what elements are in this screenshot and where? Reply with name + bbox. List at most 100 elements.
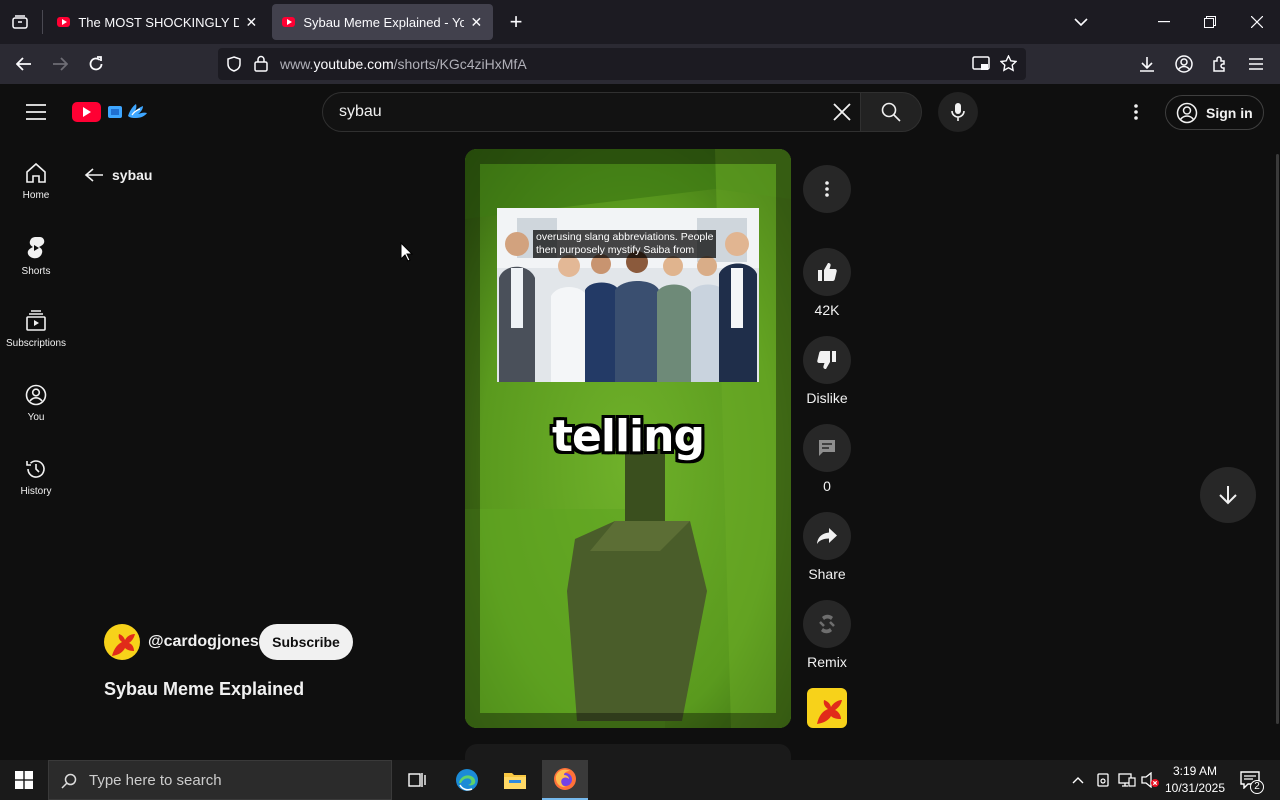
dislike-button[interactable] — [803, 336, 851, 384]
restore-button[interactable] — [1187, 0, 1233, 44]
guide-item-you[interactable]: You — [0, 370, 72, 444]
hamburger-icon — [1249, 58, 1263, 70]
search-button[interactable] — [860, 92, 922, 132]
device-icon — [1097, 773, 1109, 787]
extensions-button[interactable] — [1204, 48, 1236, 80]
like-button[interactable] — [803, 248, 851, 296]
tab-close-icon[interactable]: ✕ — [470, 14, 483, 31]
close-window-button[interactable] — [1234, 0, 1280, 44]
cursor-pointer-icon — [400, 241, 414, 267]
firefox-icon — [554, 768, 576, 790]
edge-browser-icon — [456, 769, 478, 791]
thumbs-up-icon — [818, 263, 837, 281]
app-menu-button[interactable] — [1240, 48, 1272, 80]
folder-icon — [504, 773, 526, 789]
comment-icon — [819, 440, 835, 456]
subscribe-button[interactable]: Subscribe — [259, 624, 353, 660]
remix-button[interactable] — [803, 600, 851, 648]
tab-separator — [42, 10, 43, 34]
guide-item-home[interactable]: Home — [0, 148, 72, 222]
lock-icon[interactable] — [254, 55, 268, 72]
account-button[interactable] — [1168, 48, 1200, 80]
channel-avatar[interactable] — [104, 624, 140, 660]
network-tray-icon[interactable] — [1117, 770, 1137, 790]
inset-photo: overusing slang abbreviations. People th… — [497, 208, 759, 382]
next-short-button[interactable] — [1200, 467, 1256, 523]
history-icon — [26, 460, 45, 478]
url-text[interactable]: www.youtube.com/shorts/KGc4ziHxMfA — [280, 56, 527, 72]
notification-count-badge: 2 — [1250, 780, 1264, 794]
arrow-down-icon — [1219, 486, 1237, 505]
task-view-button[interactable] — [396, 760, 436, 800]
reload-button[interactable] — [80, 48, 112, 80]
microphone-icon — [951, 103, 965, 121]
more-actions-button[interactable] — [803, 165, 851, 213]
account-circle-icon — [1176, 102, 1198, 123]
settings-menu-button[interactable] — [1120, 96, 1152, 128]
search-icon — [881, 102, 901, 122]
network-icon — [1118, 773, 1136, 787]
browser-tab-active[interactable]: Sybau Meme Explained - YouTu ✕ — [272, 4, 493, 40]
search-box[interactable] — [322, 92, 862, 132]
back-arrow-icon — [16, 57, 31, 71]
volume-tray-icon[interactable] — [1140, 770, 1160, 790]
guide-item-shorts[interactable]: Shorts — [0, 222, 72, 296]
tab-close-icon[interactable]: ✕ — [245, 14, 258, 31]
video-overlay-text: telling — [552, 411, 705, 462]
youtube-logo[interactable] — [72, 100, 160, 124]
video-title[interactable]: Sybau Meme Explained — [104, 679, 304, 700]
page-scrollbar[interactable] — [1276, 154, 1279, 724]
sign-in-button[interactable]: Sign in — [1165, 95, 1264, 130]
taskbar-search-box[interactable]: Type here to search — [48, 760, 392, 800]
comments-button[interactable] — [803, 424, 851, 472]
tab-list-button[interactable] — [6, 8, 34, 36]
volume-muted-icon — [1141, 772, 1159, 788]
bookmark-star-icon[interactable] — [1000, 55, 1017, 72]
browser-tab-strip: The MOST SHOCKINGLY Dirty C ✕ Sybau Meme… — [0, 0, 1280, 44]
shorts-video-player[interactable]: overusing slang abbreviations. People th… — [465, 149, 791, 728]
tracking-shield-icon[interactable] — [226, 56, 242, 72]
downloads-button[interactable] — [1131, 48, 1163, 80]
edge-taskbar-button[interactable] — [446, 760, 488, 800]
guide-menu-button[interactable] — [16, 92, 56, 132]
back-to-search-button[interactable]: sybau — [84, 164, 152, 186]
youtube-logo-icon — [72, 102, 147, 122]
shorts-icon — [27, 237, 45, 259]
puzzle-icon — [1213, 56, 1225, 72]
search-input[interactable] — [339, 93, 819, 131]
next-short-preview[interactable] — [465, 744, 791, 760]
menu-icon — [26, 104, 46, 120]
sound-thumbnail-icon — [817, 700, 842, 724]
download-icon — [1140, 57, 1154, 72]
windows-taskbar: Type here to search 3:19 AM 10/31/2025 2 — [0, 760, 1280, 800]
more-vert-icon — [825, 181, 829, 197]
forward-button[interactable] — [44, 48, 76, 80]
account-icon — [1175, 55, 1193, 73]
list-all-tabs-button[interactable] — [1058, 0, 1104, 44]
channel-handle[interactable]: @cardogjones — [148, 633, 259, 651]
file-explorer-taskbar-button[interactable] — [494, 760, 536, 800]
show-hidden-icons-button[interactable] — [1068, 770, 1088, 790]
tray-app-icon[interactable] — [1094, 770, 1112, 790]
task-view-icon — [408, 773, 426, 787]
firefox-taskbar-button[interactable] — [542, 760, 588, 800]
guide-label: Home — [22, 190, 50, 201]
youtube-favicon-icon — [282, 17, 296, 27]
minimize-button[interactable] — [1141, 0, 1187, 44]
guide-item-subscriptions[interactable]: Subscriptions — [0, 296, 72, 370]
share-button[interactable] — [803, 512, 851, 560]
share-icon — [817, 528, 837, 544]
new-tab-button[interactable]: + — [502, 8, 530, 36]
address-bar[interactable]: www.youtube.com/shorts/KGc4ziHxMfA — [218, 48, 1026, 80]
guide-item-history[interactable]: History — [0, 444, 72, 518]
sound-thumbnail[interactable] — [807, 688, 847, 728]
reader-view-icon[interactable] — [972, 56, 990, 72]
clear-search-icon[interactable] — [833, 103, 851, 121]
back-button[interactable] — [8, 48, 40, 80]
clock-time: 3:19 AM — [1172, 764, 1218, 778]
browser-tab[interactable]: The MOST SHOCKINGLY Dirty C ✕ — [47, 4, 268, 40]
voice-search-button[interactable] — [938, 92, 978, 132]
start-button[interactable] — [0, 760, 48, 800]
home-icon — [26, 162, 46, 183]
clock[interactable]: 3:19 AM 10/31/2025 — [1160, 763, 1230, 797]
